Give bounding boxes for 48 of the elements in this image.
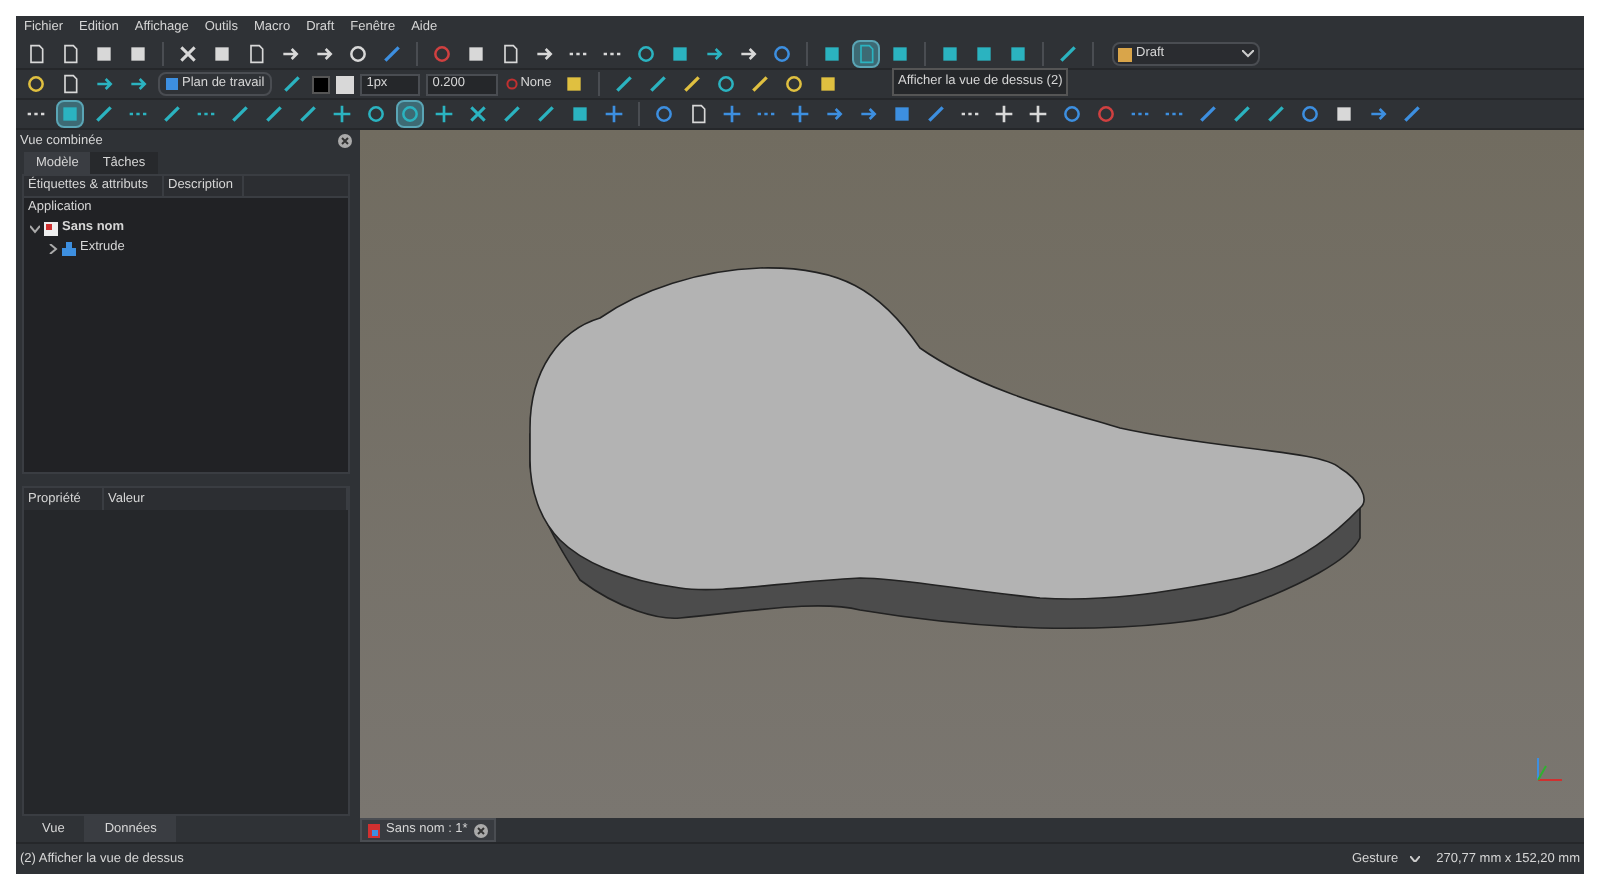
line-icon[interactable] bbox=[1228, 100, 1256, 128]
caret-icon bbox=[1242, 50, 1254, 58]
line-icon[interactable] bbox=[226, 100, 254, 128]
circle-icon[interactable] bbox=[22, 70, 50, 98]
extrude-icon bbox=[62, 241, 76, 255]
line-icon[interactable] bbox=[158, 100, 186, 128]
plus-icon[interactable] bbox=[430, 100, 458, 128]
3d-viewport[interactable] bbox=[360, 130, 1584, 818]
plus-icon[interactable] bbox=[990, 100, 1018, 128]
circle-icon[interactable] bbox=[1058, 100, 1086, 128]
caret-icon bbox=[1410, 856, 1421, 862]
document-icon bbox=[44, 221, 58, 235]
document-icon bbox=[368, 823, 380, 837]
plus-icon[interactable] bbox=[1024, 100, 1052, 128]
workbench-icon bbox=[1118, 47, 1132, 61]
line-icon[interactable] bbox=[294, 100, 322, 128]
circle-icon[interactable] bbox=[650, 100, 678, 128]
circle-icon[interactable] bbox=[396, 100, 424, 128]
page-icon[interactable] bbox=[852, 40, 880, 68]
line-icon[interactable] bbox=[498, 100, 526, 128]
cross-icon[interactable] bbox=[174, 40, 202, 68]
line-icon[interactable] bbox=[1054, 40, 1082, 68]
line-icon[interactable] bbox=[1398, 100, 1426, 128]
line-icon[interactable] bbox=[922, 100, 950, 128]
expander-icon[interactable] bbox=[48, 243, 58, 253]
line-icon[interactable] bbox=[260, 100, 288, 128]
circle-icon[interactable] bbox=[1296, 100, 1324, 128]
close-icon[interactable] bbox=[338, 134, 352, 148]
line-icon[interactable] bbox=[1194, 100, 1222, 128]
style-icon bbox=[506, 78, 519, 90]
circle-icon[interactable] bbox=[362, 100, 390, 128]
plus-icon[interactable] bbox=[328, 100, 356, 128]
line-color-swatch[interactable] bbox=[312, 75, 331, 93]
circle-icon[interactable] bbox=[768, 40, 796, 68]
face-color-swatch[interactable] bbox=[336, 75, 355, 93]
circle-icon[interactable] bbox=[344, 40, 372, 68]
line-icon[interactable] bbox=[378, 40, 406, 68]
plus-icon[interactable] bbox=[718, 100, 746, 128]
plane-icon bbox=[166, 78, 178, 90]
line-icon[interactable] bbox=[90, 100, 118, 128]
plus-icon[interactable] bbox=[600, 100, 628, 128]
close-icon[interactable] bbox=[473, 823, 488, 837]
cross-icon[interactable] bbox=[464, 100, 492, 128]
line-icon[interactable] bbox=[532, 100, 560, 128]
expander-icon[interactable] bbox=[30, 223, 40, 233]
line-icon[interactable] bbox=[1262, 100, 1290, 128]
plus-icon[interactable] bbox=[786, 100, 814, 128]
circle-icon[interactable] bbox=[632, 40, 660, 68]
